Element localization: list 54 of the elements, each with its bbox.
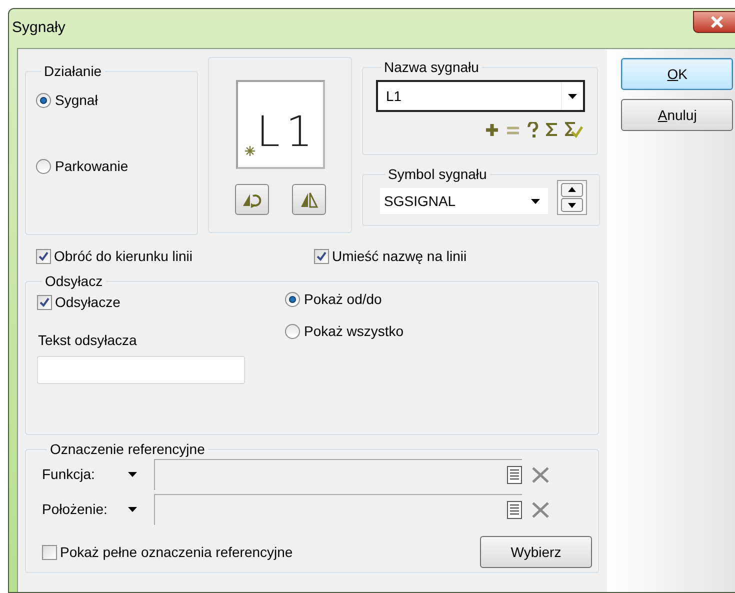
radio-label: Sygnał [55, 91, 98, 110]
text-input-field[interactable] [37, 356, 245, 384]
field-label: Tekst odsyłacza [38, 331, 138, 350]
add-icon[interactable] [485, 122, 499, 136]
checkbox[interactable] [36, 249, 51, 264]
close-icon [708, 14, 724, 28]
dialog-button[interactable]: OK [621, 58, 734, 90]
name-combo-box[interactable]: L1 [376, 80, 585, 112]
document-icon[interactable] [507, 466, 522, 484]
group-title: Nazwa sygnału [383, 58, 480, 77]
checkbox[interactable] [37, 295, 52, 310]
rotate-triangle-icon [242, 192, 262, 208]
checkbox-label: Umieść nazwę na linii [332, 247, 467, 266]
help-icon[interactable] [527, 122, 539, 138]
mirror-icon [300, 192, 318, 208]
clear-icon[interactable] [531, 500, 550, 518]
group-title: Oznaczenie referencyjne [49, 440, 206, 459]
asterisk-icon [244, 145, 256, 157]
radio-button[interactable] [36, 159, 51, 174]
close-button[interactable] [693, 10, 735, 32]
group-title: Odsyłacz [44, 272, 104, 291]
dropdown-caret-icon [128, 507, 137, 512]
rotate-button[interactable] [234, 184, 268, 215]
dropdown-caret-icon [128, 472, 137, 477]
checkbox[interactable] [314, 249, 329, 264]
radio-label: Pokaż od/do [304, 290, 382, 309]
radio-button[interactable] [36, 93, 51, 108]
spin-control[interactable] [557, 180, 587, 215]
select-button[interactable]: Wybierz [480, 536, 592, 568]
symbol-combo-box[interactable]: SGSIGNAL [380, 188, 548, 214]
checkbox-label: Pokaż pełne oznaczenia referencyjne [60, 542, 293, 562]
checkbox-label: Odsyłacze [55, 293, 120, 312]
field-label: Funkcja: [42, 465, 96, 484]
preview-text: L1 [256, 111, 319, 153]
radio-label: Pokaż wszystko [304, 322, 404, 341]
group-title: Symbol sygnału [387, 165, 488, 184]
spin-down-icon[interactable] [561, 198, 583, 212]
dropdown-caret-icon [531, 198, 540, 204]
dialog-button[interactable]: Anuluj [621, 99, 734, 131]
group-title: Działanie [43, 62, 103, 81]
radio-button[interactable] [285, 324, 300, 339]
checkbox-label: Obróć do kierunku linii [54, 247, 193, 266]
spin-up-icon[interactable] [561, 183, 583, 197]
radio-label: Parkowanie [55, 157, 128, 176]
document-icon[interactable] [507, 500, 522, 518]
sum-check-icon[interactable] [565, 121, 583, 138]
window-title: Sygnały [12, 18, 66, 38]
field-label: Położenie: [42, 500, 108, 519]
checkbox[interactable] [42, 544, 57, 560]
sum-icon[interactable] [546, 122, 558, 137]
radio-button[interactable] [285, 292, 300, 307]
dropdown-caret-icon [568, 94, 577, 98]
mirror-button[interactable] [292, 184, 326, 215]
clear-icon[interactable] [531, 466, 550, 484]
